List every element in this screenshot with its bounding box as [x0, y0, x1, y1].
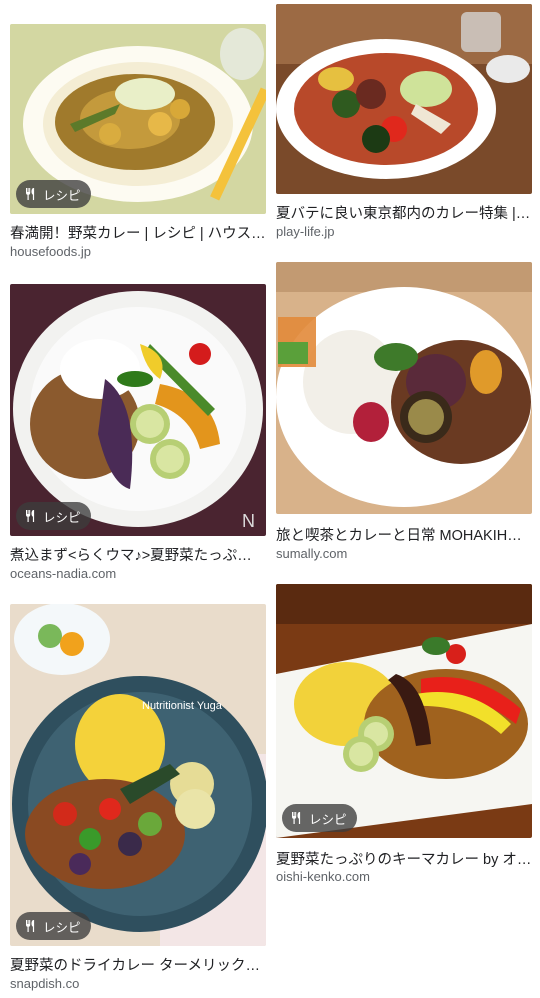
recipe-badge: レシピ: [16, 180, 91, 208]
image-caption: Nutritionist Yuga: [142, 700, 223, 712]
result-source: snapdish.co: [10, 976, 80, 991]
fork-knife-icon: [292, 812, 301, 824]
svg-text:N: N: [242, 511, 255, 531]
result-source: housefoods.jp: [10, 244, 91, 259]
result-thumbnail[interactable]: [276, 262, 532, 514]
fork-knife-icon: [26, 188, 35, 200]
recipe-badge: レシピ: [16, 502, 91, 530]
recipe-badge-label: レシピ: [309, 812, 347, 827]
recipe-badge: レシピ: [16, 912, 91, 940]
result-card-5[interactable]: Nutritionist Yuga レシピ 夏野菜のドライカレー ターメリックラ…: [10, 604, 266, 994]
result-card-6[interactable]: レシピ 夏野菜たっぷりのキーマカレー by オイシイ健康 oishi-kenko…: [276, 584, 532, 884]
result-source: oishi-kenko.com: [276, 869, 370, 884]
result-card-1[interactable]: レシピ 春満開！野菜カレー | レシピ | ハウス食品 housefoods.j…: [10, 24, 266, 264]
fork-knife-icon: [26, 920, 35, 932]
result-title[interactable]: 春満開！野菜カレー | レシピ | ハウス食品: [10, 222, 266, 243]
result-source: play-life.jp: [276, 224, 335, 239]
result-title[interactable]: 夏バテに良い東京都内のカレー特集 | Play Life: [276, 202, 532, 223]
result-thumbnail[interactable]: [276, 4, 532, 194]
result-thumbnail[interactable]: レシピ: [10, 24, 266, 214]
result-title[interactable]: 夏野菜たっぷりのキーマカレー by オイシイ健康: [276, 848, 532, 869]
result-card-2[interactable]: 夏バテに良い東京都内のカレー特集 | Play Life play-life.j…: [276, 4, 532, 240]
result-card-3[interactable]: N レシピ 煮込まず<らくウマ♪>夏野菜たっぷりカレー oceans-nadia…: [10, 284, 266, 584]
recipe-badge-label: レシピ: [43, 920, 81, 935]
result-title[interactable]: 旅と喫茶とカレーと日常 MOHAKIHOMI: [276, 524, 532, 545]
result-title[interactable]: 夏野菜のドライカレー ターメリックライス添え: [10, 954, 266, 975]
result-thumbnail[interactable]: レシピ: [276, 584, 532, 838]
result-thumbnail[interactable]: N レシピ: [10, 284, 266, 536]
result-source: oceans-nadia.com: [10, 566, 117, 581]
recipe-badge-label: レシピ: [43, 510, 81, 525]
result-thumbnail[interactable]: Nutritionist Yuga レシピ: [10, 604, 266, 946]
recipe-badge-label: レシピ: [43, 188, 81, 203]
recipe-badge: レシピ: [282, 804, 357, 832]
fork-knife-icon: [26, 510, 35, 522]
result-card-4[interactable]: 旅と喫茶とカレーと日常 MOHAKIHOMI sumally.com: [276, 262, 532, 562]
result-title[interactable]: 煮込まず<らくウマ♪>夏野菜たっぷりカレー: [10, 544, 266, 565]
result-source: sumally.com: [276, 546, 348, 561]
